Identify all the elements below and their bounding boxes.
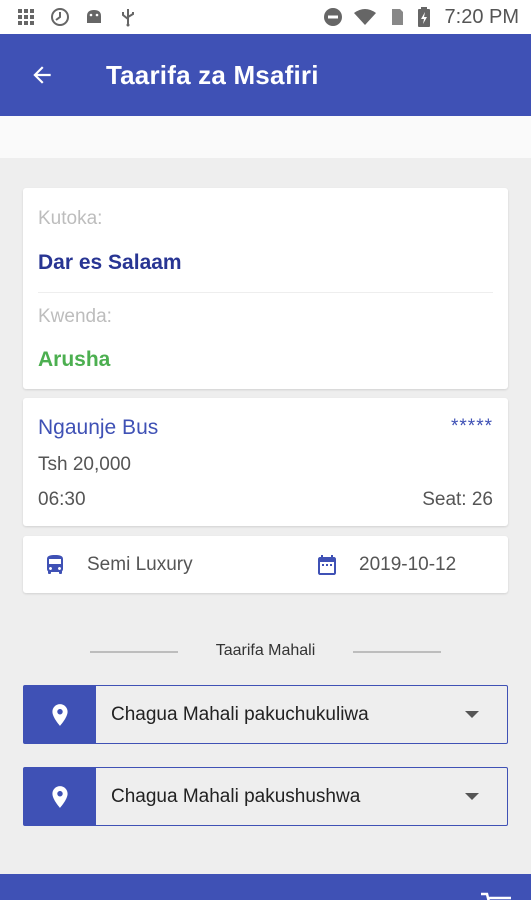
dropdown-arrow-icon (465, 792, 479, 800)
bus-price: Tsh 20,000 (38, 454, 131, 475)
grid-icon (18, 9, 34, 25)
location-section-title: Taarifa Mahali (215, 642, 316, 659)
clock-icon (51, 8, 69, 26)
cart-icon[interactable] (479, 892, 513, 900)
departure-time: 06:30 (38, 489, 86, 510)
bus-rating: ***** (451, 416, 493, 437)
dropoff-location-label: Chagua Mahali pakushushwa (111, 785, 361, 807)
dropdown-arrow-icon (465, 710, 479, 718)
sim-icon (391, 9, 403, 25)
calendar-icon (318, 554, 336, 575)
android-icon (87, 10, 101, 23)
header-strip (0, 116, 531, 158)
arrow-back-icon (33, 66, 51, 84)
to-value: Arusha (38, 348, 111, 371)
app-bar: Taarifa za Msafiri (0, 34, 531, 116)
page-title: Taarifa za Msafiri (106, 59, 319, 90)
location-pin-icon (52, 703, 68, 726)
seat-number: Seat: 26 (422, 489, 493, 510)
bus-card: Ngaunje Bus ***** Tsh 20,000 06:30 Seat:… (23, 398, 508, 526)
dnd-icon (323, 8, 342, 26)
battery-charging-icon (417, 7, 430, 27)
dropoff-location-dropdown[interactable]: Chagua Mahali pakushushwa (23, 767, 508, 826)
to-label: Kwenda: (38, 306, 112, 327)
status-time: 7:20 PM (444, 5, 519, 28)
usb-icon (122, 9, 134, 27)
status-bar: 7:20 PM (0, 0, 531, 34)
wifi-icon (353, 9, 376, 25)
pickup-location-label: Chagua Mahali pakuchukuliwa (111, 703, 369, 725)
travel-date-text: 2019-10-12 (359, 553, 457, 575)
bottom-action-bar[interactable] (0, 874, 531, 900)
bus-class: Semi Luxury (43, 536, 193, 593)
travel-date: 2019-10-12 (315, 536, 456, 593)
from-value: Dar es Salaam (38, 251, 182, 274)
bus-name: Ngaunje Bus (38, 416, 159, 439)
trip-info-card: Semi Luxury 2019-10-12 (23, 536, 508, 593)
location-pin-icon (52, 785, 68, 808)
route-card: Kutoka: Dar es Salaam Kwenda: Arusha (23, 188, 508, 389)
back-button[interactable] (20, 53, 64, 97)
pickup-location-dropdown[interactable]: Chagua Mahali pakuchukuliwa (23, 685, 508, 744)
location-section-header: Taarifa Mahali (0, 640, 531, 664)
bus-icon (47, 554, 63, 574)
bus-class-text: Semi Luxury (87, 553, 193, 575)
from-label: Kutoka: (38, 208, 103, 229)
route-divider (38, 292, 493, 293)
section-line-right (353, 651, 441, 653)
